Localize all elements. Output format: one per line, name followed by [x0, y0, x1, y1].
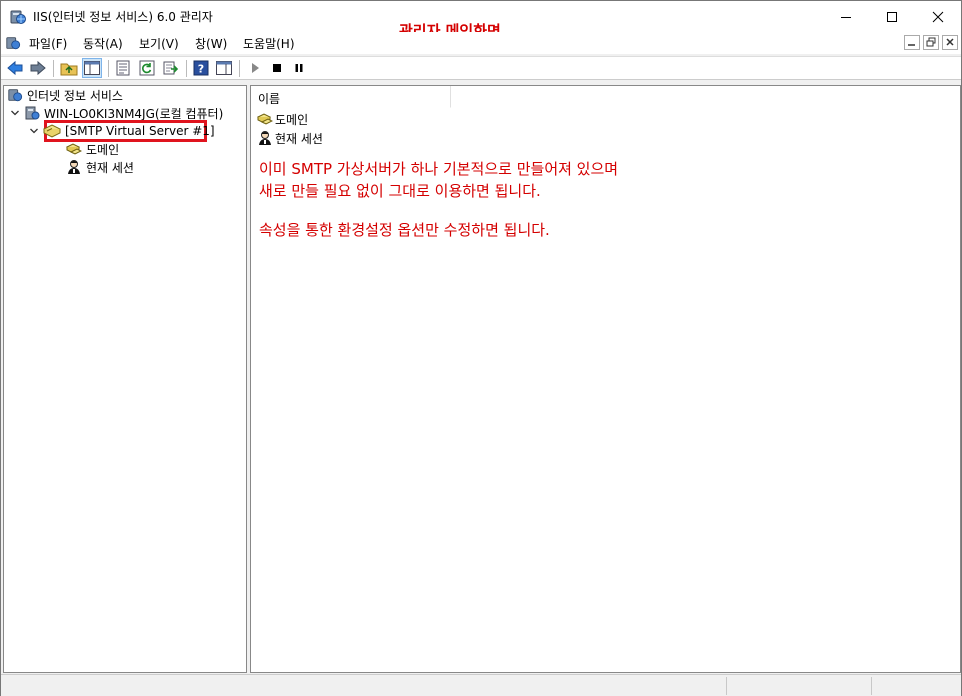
help-button[interactable]: ? — [191, 58, 211, 78]
tree-item-sessions[interactable]: 현재 세션 — [66, 158, 134, 176]
menu-help[interactable]: 도움말(H) — [243, 35, 295, 52]
forward-arrow-icon — [30, 60, 46, 76]
status-divider — [726, 677, 727, 695]
annotation-line-1: 이미 SMTP 가상서버가 하나 기본적으로 만들어져 있으며 — [259, 160, 619, 178]
back-button[interactable] — [5, 58, 25, 78]
show-tree-icon — [84, 61, 100, 75]
menu-view[interactable]: 보기(V) — [139, 35, 179, 52]
toolbar: ? — [1, 56, 961, 80]
domain-icon — [257, 111, 273, 127]
show-hide-tree-button[interactable] — [82, 58, 102, 78]
up-folder-icon — [60, 63, 78, 76]
close-icon — [932, 11, 944, 22]
menu-file[interactable]: 파일(F) — [29, 35, 67, 52]
minimize-button[interactable] — [823, 1, 869, 32]
menu-window[interactable]: 창(W) — [195, 35, 227, 52]
forward-button[interactable] — [28, 58, 48, 78]
pause-button[interactable] — [289, 58, 309, 78]
tree-item-label: WIN-LO0KI3NM4JG(로컬 컴퓨터) — [44, 106, 224, 121]
toolbar-separator — [186, 60, 187, 77]
menu-action[interactable]: 동작(A) — [83, 35, 123, 52]
list-item-sessions[interactable]: 현재 세션 — [257, 129, 323, 147]
play-icon — [252, 63, 259, 73]
iis-manager-window: IIS(인터넷 정보 서비스) 6.0 관리자 관리자 메인화면 파일(F) 동… — [0, 0, 962, 696]
tree-item-root[interactable]: 인터넷 정보 서비스 — [7, 86, 123, 104]
start-button[interactable] — [245, 58, 265, 78]
iis-icon[interactable] — [5, 35, 21, 51]
stop-button[interactable] — [267, 58, 287, 78]
minimize-icon — [841, 16, 851, 18]
toolbar-separator — [53, 60, 54, 77]
show-hide-action-pane-button[interactable] — [214, 58, 234, 78]
chevron-down-icon[interactable] — [29, 126, 39, 136]
list-item-label: 도메인 — [275, 112, 309, 127]
export-list-button[interactable] — [161, 58, 181, 78]
minimize-icon — [904, 35, 920, 50]
maximize-icon — [887, 11, 897, 22]
session-icon — [66, 159, 82, 175]
window-title: IIS(인터넷 정보 서비스) 6.0 관리자 — [33, 10, 213, 24]
close-icon — [942, 35, 958, 50]
tree-item-smtp-server[interactable]: [SMTP Virtual Server #1] — [29, 122, 215, 140]
toolbar-separator — [239, 60, 240, 77]
menu-bar: 파일(F) 동작(A) 보기(V) 창(W) 도움말(H) — [1, 32, 961, 54]
maximize-button[interactable] — [869, 1, 915, 32]
annotation-line-2: 새로 만들 필요 없이 그대로 이용하면 됩니다. — [259, 182, 541, 200]
view-icon — [216, 61, 232, 75]
tree-item-label: [SMTP Virtual Server #1] — [65, 124, 215, 138]
stop-icon — [273, 64, 281, 72]
child-minimize-button[interactable] — [904, 35, 920, 50]
list-item-domain[interactable]: 도메인 — [257, 110, 308, 128]
restore-icon — [923, 35, 939, 50]
child-close-button[interactable] — [942, 35, 958, 50]
list-item-label: 현재 세션 — [275, 131, 323, 146]
help-icon: ? — [193, 60, 209, 76]
up-one-level-button[interactable] — [59, 58, 79, 78]
console-tree-pane: 인터넷 정보 서비스 WIN-LO0KI3NM4JG(로컬 컴퓨터) [SMTP… — [3, 85, 247, 673]
domain-icon — [66, 141, 82, 157]
status-bar — [1, 674, 961, 696]
status-divider — [871, 677, 872, 695]
computer-icon — [24, 105, 40, 121]
properties-button[interactable] — [113, 58, 133, 78]
refresh-icon — [139, 60, 155, 76]
tree-item-label: 도메인 — [86, 142, 120, 157]
iis-icon — [9, 8, 27, 26]
result-pane: 이름 도메인 현재 세션 이미 SMTP 가상서버가 하나 기본적으로 만들어져… — [250, 85, 961, 673]
tree-item-label: 현재 세션 — [86, 160, 134, 175]
tree-item-label: 인터넷 정보 서비스 — [27, 88, 123, 103]
child-restore-button[interactable] — [923, 35, 939, 50]
close-button[interactable] — [915, 1, 961, 32]
column-header-name[interactable]: 이름 — [251, 86, 451, 108]
chevron-down-icon[interactable] — [10, 108, 20, 118]
annotation-line-3: 속성을 통한 환경설정 옵션만 수정하면 됩니다. — [259, 221, 550, 239]
session-icon — [257, 130, 273, 146]
svg-text:?: ? — [198, 63, 204, 76]
export-icon — [163, 61, 179, 75]
iis-icon — [7, 87, 23, 103]
refresh-button[interactable] — [137, 58, 157, 78]
properties-icon — [116, 60, 130, 76]
tree-item-domain[interactable]: 도메인 — [66, 140, 119, 158]
back-arrow-icon — [7, 60, 23, 76]
pause-icon — [295, 64, 303, 72]
toolbar-separator — [108, 60, 109, 77]
column-header-label: 이름 — [258, 92, 281, 106]
smtp-server-icon — [43, 124, 61, 138]
